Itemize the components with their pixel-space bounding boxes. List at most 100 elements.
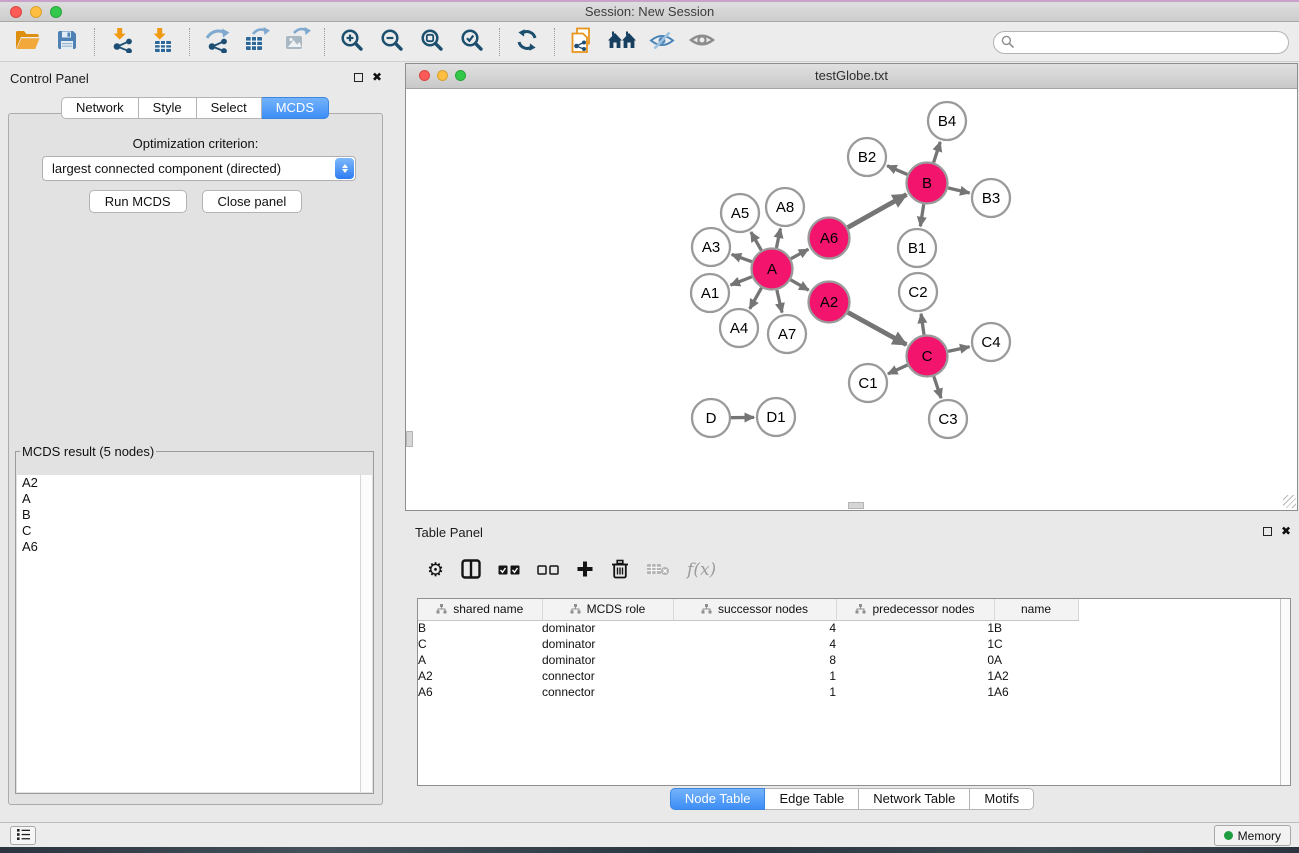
column-header-successor-nodes[interactable]: successor nodes bbox=[673, 599, 836, 620]
table-cell[interactable]: 1 bbox=[836, 668, 994, 684]
float-table-panel-icon[interactable] bbox=[1263, 527, 1272, 536]
mcds-list-scrollbar[interactable] bbox=[360, 475, 372, 792]
open-session-button[interactable] bbox=[10, 25, 44, 59]
table-cell[interactable]: 1 bbox=[836, 620, 994, 636]
tab-network[interactable]: Network bbox=[61, 97, 139, 119]
vertical-scroll-thumb[interactable] bbox=[406, 431, 413, 447]
close-panel-icon[interactable]: ✖ bbox=[372, 71, 382, 83]
table-cell[interactable]: dominator bbox=[542, 620, 673, 636]
float-panel-icon[interactable] bbox=[354, 73, 363, 82]
mcds-result-item[interactable]: A6 bbox=[17, 539, 372, 555]
horizontal-scroll-thumb[interactable] bbox=[848, 502, 864, 509]
table-cell[interactable]: connector bbox=[542, 684, 673, 700]
table-cell[interactable]: 1 bbox=[836, 636, 994, 652]
edge-C-C3[interactable] bbox=[934, 376, 941, 398]
edge-C-C2[interactable] bbox=[921, 314, 924, 335]
graph-node-A1[interactable]: A1 bbox=[691, 274, 729, 312]
table-cell[interactable]: A6 bbox=[418, 684, 542, 700]
table-row[interactable]: A2connector11A2 bbox=[418, 668, 1078, 684]
window-resize-grip[interactable] bbox=[1283, 495, 1296, 508]
edge-A-A4[interactable] bbox=[750, 288, 762, 309]
edge-A-A6[interactable] bbox=[791, 249, 808, 259]
mcds-result-item[interactable]: B bbox=[17, 507, 372, 523]
table-cell[interactable]: dominator bbox=[542, 636, 673, 652]
unselect-all-columns-button[interactable] bbox=[537, 563, 559, 578]
table-cell[interactable]: 4 bbox=[673, 636, 836, 652]
save-session-button[interactable] bbox=[50, 25, 84, 59]
search-input[interactable] bbox=[1018, 36, 1288, 50]
export-table-button[interactable] bbox=[240, 25, 274, 59]
tab-mcds[interactable]: MCDS bbox=[262, 97, 329, 119]
tab-node-table[interactable]: Node Table bbox=[670, 788, 766, 810]
table-row[interactable]: Bdominator41B bbox=[418, 620, 1078, 636]
first-neighbors-button[interactable] bbox=[605, 25, 639, 59]
hide-selected-button[interactable] bbox=[645, 25, 679, 59]
select-all-columns-button[interactable] bbox=[498, 563, 520, 578]
edge-B-B4[interactable] bbox=[934, 142, 941, 163]
edge-A-A2[interactable] bbox=[791, 280, 809, 290]
table-cell[interactable]: dominator bbox=[542, 652, 673, 668]
graph-node-B3[interactable]: B3 bbox=[972, 179, 1010, 217]
export-image-button[interactable] bbox=[280, 25, 314, 59]
node-table[interactable]: shared nameMCDS rolesuccessor nodesprede… bbox=[418, 599, 1079, 700]
function-builder-button-disabled[interactable]: f(x) bbox=[687, 560, 716, 580]
table-cell[interactable]: A bbox=[994, 652, 1078, 668]
graph-node-A7[interactable]: A7 bbox=[768, 315, 806, 353]
close-panel-button[interactable]: Close panel bbox=[202, 190, 303, 213]
mcds-result-item[interactable]: C bbox=[17, 523, 372, 539]
table-cell[interactable]: 8 bbox=[673, 652, 836, 668]
zoom-out-button[interactable] bbox=[375, 25, 409, 59]
table-cell[interactable]: 1 bbox=[673, 668, 836, 684]
graph-node-A4[interactable]: A4 bbox=[720, 309, 758, 347]
graph-node-D1[interactable]: D1 bbox=[757, 398, 795, 436]
table-cell[interactable]: C bbox=[994, 636, 1078, 652]
table-row[interactable]: A6connector11A6 bbox=[418, 684, 1078, 700]
table-cell[interactable]: A2 bbox=[418, 668, 542, 684]
import-table-button[interactable] bbox=[145, 25, 179, 59]
table-cell[interactable]: A bbox=[418, 652, 542, 668]
graph-node-A3[interactable]: A3 bbox=[692, 228, 730, 266]
graph-node-A6[interactable]: A6 bbox=[809, 218, 850, 259]
network-canvas[interactable]: B4B2BB3A5A8A6A3AB1A1C2A4A7A2C4CC1C3DD1 bbox=[406, 89, 1297, 509]
table-cell[interactable]: A6 bbox=[994, 684, 1078, 700]
table-cell[interactable]: A2 bbox=[994, 668, 1078, 684]
edge-A6-B[interactable] bbox=[848, 195, 907, 228]
graph-node-C4[interactable]: C4 bbox=[972, 323, 1010, 361]
column-header-shared-name[interactable]: shared name bbox=[418, 599, 542, 620]
zoom-in-button[interactable] bbox=[335, 25, 369, 59]
show-all-button[interactable] bbox=[685, 25, 719, 59]
graph-node-C2[interactable]: C2 bbox=[899, 273, 937, 311]
graph-node-B[interactable]: B bbox=[907, 163, 948, 204]
close-table-panel-icon[interactable]: ✖ bbox=[1281, 525, 1291, 537]
mcds-result-item[interactable]: A bbox=[17, 491, 372, 507]
table-cell[interactable]: C bbox=[418, 636, 542, 652]
edge-A-A1[interactable] bbox=[731, 277, 752, 285]
zoom-fit-button[interactable] bbox=[415, 25, 449, 59]
edge-A-A8[interactable] bbox=[776, 229, 780, 248]
memory-button[interactable]: Memory bbox=[1214, 825, 1291, 846]
table-row[interactable]: Cdominator41C bbox=[418, 636, 1078, 652]
table-row[interactable]: Adominator80A bbox=[418, 652, 1078, 668]
graph-node-B4[interactable]: B4 bbox=[928, 102, 966, 140]
apply-layout-button[interactable] bbox=[510, 25, 544, 59]
mcds-result-item[interactable]: A2 bbox=[17, 475, 372, 491]
graph-node-C3[interactable]: C3 bbox=[929, 400, 967, 438]
table-cell[interactable]: B bbox=[418, 620, 542, 636]
create-column-button[interactable] bbox=[576, 560, 594, 581]
table-cell[interactable]: 1 bbox=[673, 684, 836, 700]
tab-style[interactable]: Style bbox=[139, 97, 197, 119]
table-mode-button[interactable]: ⚙ bbox=[427, 561, 444, 580]
column-header-mcds-role[interactable]: MCDS role bbox=[542, 599, 673, 620]
column-header-predecessor-nodes[interactable]: predecessor nodes bbox=[836, 599, 994, 620]
table-scrollbar[interactable] bbox=[1280, 599, 1290, 785]
tab-network-table[interactable]: Network Table bbox=[859, 788, 970, 810]
graph-node-A2[interactable]: A2 bbox=[809, 282, 850, 323]
tab-select[interactable]: Select bbox=[197, 97, 262, 119]
edge-C-C1[interactable] bbox=[888, 365, 907, 374]
network-window-titlebar[interactable]: testGlobe.txt bbox=[406, 64, 1297, 89]
zoom-selected-button[interactable] bbox=[455, 25, 489, 59]
tab-motifs[interactable]: Motifs bbox=[970, 788, 1034, 810]
tab-edge-table[interactable]: Edge Table bbox=[765, 788, 859, 810]
graph-node-A[interactable]: A bbox=[752, 249, 793, 290]
graph-node-D[interactable]: D bbox=[692, 399, 730, 437]
